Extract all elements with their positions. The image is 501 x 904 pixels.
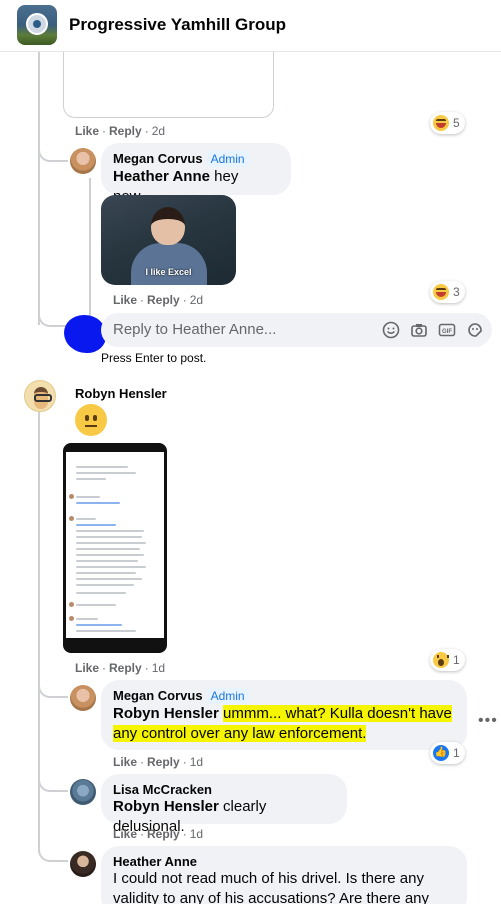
reaction-summary[interactable]: 1 [430,649,465,671]
haha-icon [433,284,449,300]
reaction-summary[interactable]: 5 [430,112,465,134]
comment-bubble: Heather Anne I could not read much of hi… [101,846,467,904]
like-link[interactable]: Like [113,755,137,769]
emoji-icon[interactable] [382,321,400,339]
comment-bubble: Megan CorvusAdmin Heather Anne hey now..… [101,143,291,205]
comment-text: ummm... what? Kulla doesn't have [223,705,452,722]
group-logo[interactable] [17,5,57,45]
timestamp[interactable]: 2d [152,124,165,138]
gif-icon[interactable]: GIF [438,321,456,339]
group-header: Progressive Yamhill Group [0,0,501,52]
gif-attachment[interactable]: I like Excel [101,195,236,285]
gif-caption: I like Excel [145,267,192,277]
screenshot-attachment[interactable] [63,443,167,653]
comment-author[interactable]: Megan Corvus [113,688,203,703]
avatar[interactable] [70,148,96,174]
camera-icon[interactable] [410,321,428,339]
like-link[interactable]: Like [113,827,137,841]
thread-branch [38,300,68,327]
admin-badge[interactable]: Admin [206,688,249,704]
reply-link[interactable]: Reply [147,293,180,307]
sticker-icon[interactable] [466,321,484,339]
reaction-count: 1 [453,746,460,760]
comment-actions: Like · Reply · 1d [75,661,166,675]
wow-icon [433,652,449,668]
neutral-face-emoji-icon [75,404,107,436]
thread-branch [38,840,68,862]
reaction-summary[interactable]: 3 [430,281,465,303]
reaction-count: 5 [453,116,460,130]
timestamp[interactable]: 1d [190,827,203,841]
reply-link[interactable]: Reply [147,755,180,769]
timestamp[interactable]: 1d [190,755,203,769]
thread-line [89,178,91,318]
reaction-summary[interactable]: 👍 1 [430,742,465,764]
comment-text: validity to any of his accusations? Are … [113,890,430,904]
more-options-icon[interactable]: ••• [478,712,498,730]
timestamp[interactable]: 2d [190,293,203,307]
reply-link[interactable]: Reply [109,124,142,138]
comment-author[interactable]: Heather Anne [113,854,455,869]
avatar[interactable] [24,380,56,412]
reaction-count: 1 [453,653,460,667]
timestamp[interactable]: 1d [152,661,165,675]
reply-placeholder: Reply to Heather Anne... [113,321,277,338]
avatar[interactable] [70,685,96,711]
mention-link[interactable]: Heather Anne [113,168,210,185]
thread-branch [38,140,68,162]
thumbs-up-icon: 👍 [433,745,449,761]
shared-media[interactable] [63,52,274,118]
comment-actions: Like · Reply · 2d [75,124,166,138]
like-link[interactable]: Like [113,293,137,307]
comment-text: I could not read much of his drivel. Is … [113,870,424,887]
like-link[interactable]: Like [75,661,99,675]
group-name[interactable]: Progressive Yamhill Group [69,15,286,35]
thread-branch [38,770,68,792]
reply-link[interactable]: Reply [147,827,180,841]
thread-line [38,52,40,325]
current-user-avatar[interactable] [64,315,106,353]
comment-actions: Like · Reply · 1d [113,827,204,841]
mention-link[interactable]: Robyn Hensler [113,705,219,722]
comment-text: any control over any law enforcement. [113,725,367,742]
avatar[interactable] [70,779,96,805]
comment-bubble: Lisa McCracken Robyn Hensler clearly del… [101,774,347,835]
reply-link[interactable]: Reply [109,661,142,675]
reaction-count: 3 [453,285,460,299]
svg-text:GIF: GIF [442,329,452,335]
comment-author[interactable]: Megan Corvus [113,151,203,166]
reply-input[interactable]: Reply to Heather Anne... GIF [101,313,492,347]
mention-link[interactable]: Robyn Hensler [113,798,219,815]
post-hint: Press Enter to post. [101,351,207,365]
comment-bubble: Megan Corvus Admin Robyn Hensler ummm... … [101,680,467,750]
thread-branch [38,676,68,698]
avatar[interactable] [70,851,96,877]
like-link[interactable]: Like [75,124,99,138]
comment-actions: Like · Reply · 2d [113,293,204,307]
comment-author[interactable]: Robyn Hensler [75,386,167,401]
comment-actions: Like · Reply · 1d [113,755,204,769]
comment-author[interactable]: Lisa McCracken [113,782,335,797]
admin-badge[interactable]: Admin [206,151,249,167]
haha-icon [433,115,449,131]
